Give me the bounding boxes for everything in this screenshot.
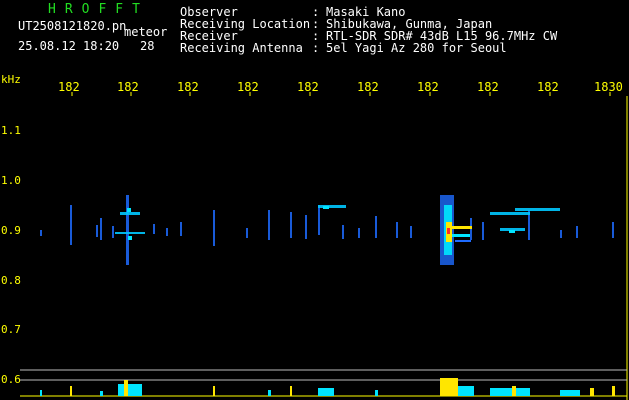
meteor-echoes bbox=[40, 195, 614, 265]
activity-bars bbox=[40, 378, 615, 396]
x-tick-marks bbox=[71, 92, 611, 96]
spectrogram-plot bbox=[20, 92, 628, 400]
